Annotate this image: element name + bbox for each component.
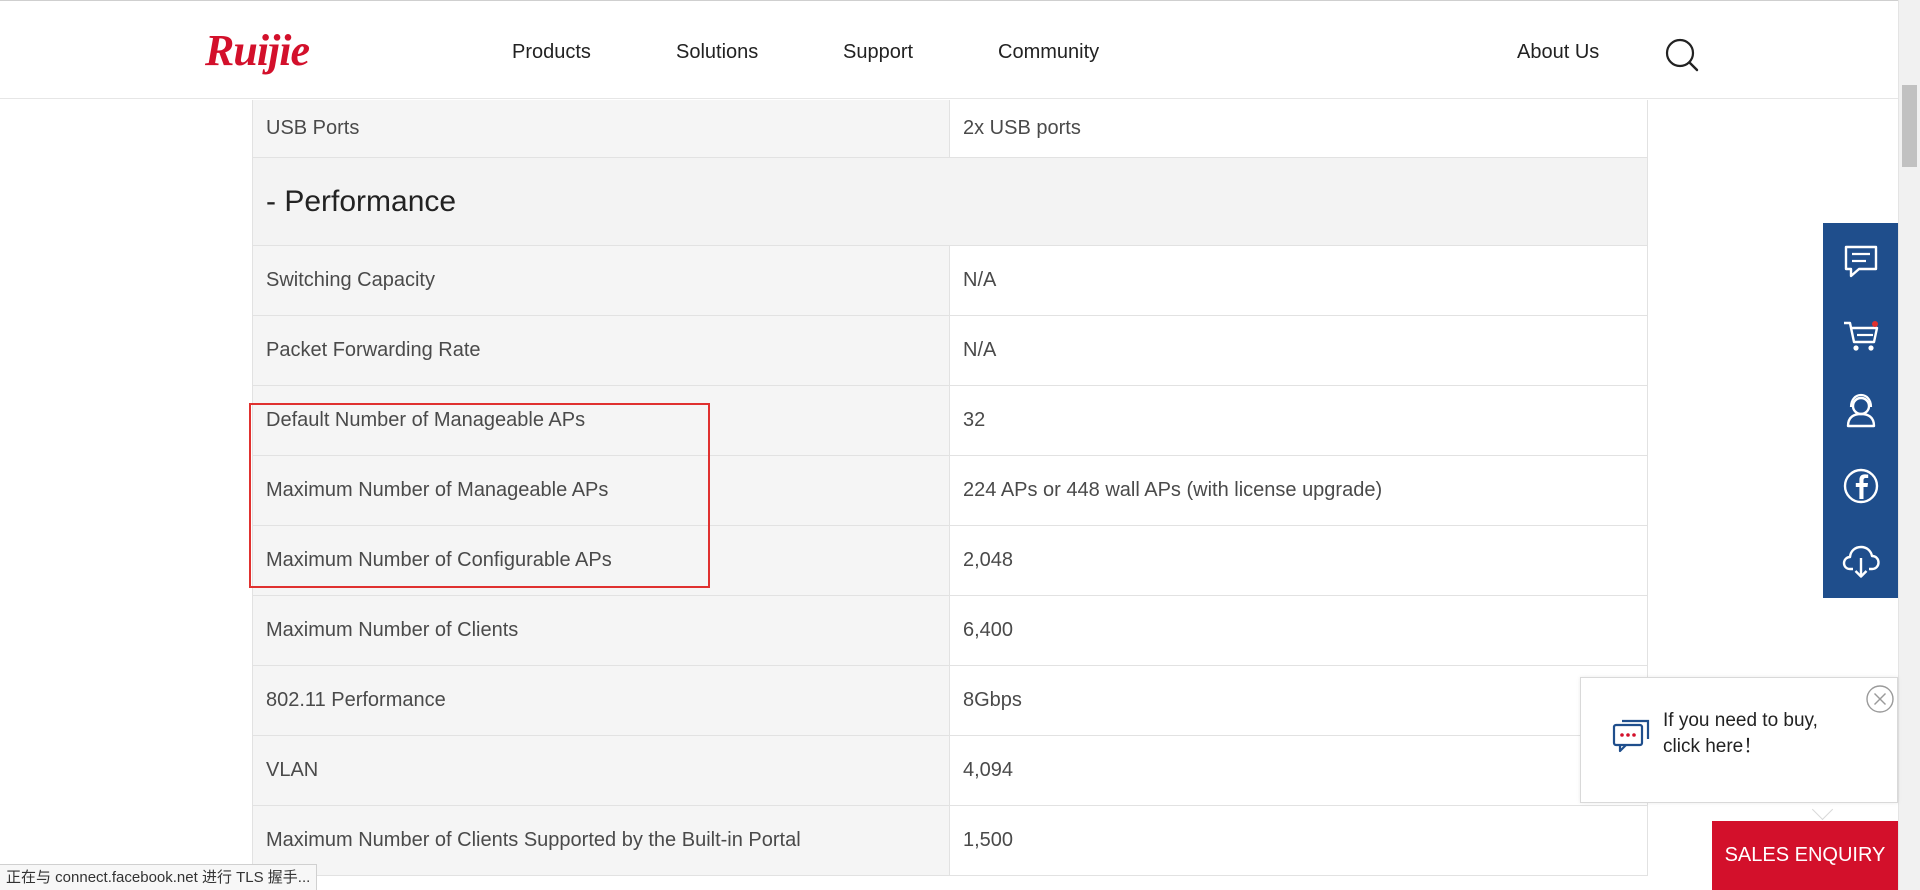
spec-value: 32: [950, 386, 1647, 455]
table-row: Default Number of Manageable APs 32: [253, 386, 1647, 456]
spec-label: Maximum Number of Manageable APs: [253, 456, 950, 525]
nav-products[interactable]: Products: [512, 40, 591, 64]
table-row: Maximum Number of Manageable APs 224 APs…: [253, 456, 1647, 526]
spec-value: 6,400: [950, 596, 1647, 665]
popup-message[interactable]: If you need to buy, click here！: [1663, 708, 1863, 760]
nav-solutions[interactable]: Solutions: [676, 40, 758, 64]
table-row: Maximum Number of Clients 6,400: [253, 596, 1647, 666]
chat-icon: [1844, 245, 1877, 277]
spec-label: Maximum Number of Clients: [253, 596, 950, 665]
spec-label: USB Ports: [253, 100, 950, 157]
scrollbar-thumb[interactable]: [1902, 85, 1917, 167]
popup-line-2: click here！: [1663, 736, 1763, 757]
side-toolbar: [1823, 223, 1898, 598]
spec-value: 224 APs or 448 wall APs (with license up…: [950, 456, 1647, 525]
side-download-button[interactable]: [1823, 523, 1898, 598]
spec-value: 2x USB ports: [950, 100, 1647, 157]
table-row: 802.11 Performance 8Gbps: [253, 666, 1647, 736]
spec-value: N/A: [950, 316, 1647, 385]
spec-label: Packet Forwarding Rate: [253, 316, 950, 385]
buy-popup[interactable]: If you need to buy, click here！: [1580, 677, 1898, 803]
close-icon[interactable]: [1865, 684, 1895, 714]
spec-value: 4,094: [950, 736, 1647, 805]
side-cart-button[interactable]: [1823, 298, 1898, 373]
search-icon[interactable]: [1664, 37, 1700, 73]
spec-label: Switching Capacity: [253, 246, 950, 315]
spec-table: USB Ports 2x USB ports - Performance Swi…: [252, 100, 1648, 876]
spec-value: N/A: [950, 246, 1647, 315]
spec-label: Maximum Number of Configurable APs: [253, 526, 950, 595]
side-chat-button[interactable]: [1823, 223, 1898, 298]
spec-label: VLAN: [253, 736, 950, 805]
side-support-button[interactable]: [1823, 373, 1898, 448]
sales-enquiry-button[interactable]: SALES ENQUIRY: [1712, 821, 1898, 890]
cloud-download-icon: [1842, 545, 1880, 578]
table-row: Maximum Number of Clients Supported by t…: [253, 806, 1647, 876]
message-bubble-icon: [1612, 719, 1650, 753]
facebook-icon: [1843, 468, 1878, 503]
table-row: Switching Capacity N/A: [253, 246, 1647, 316]
table-row: USB Ports 2x USB ports: [253, 100, 1647, 158]
support-agent-icon: [1846, 393, 1875, 427]
browser-status-bar: 正在与 connect.facebook.net 进行 TLS 握手...: [0, 864, 318, 890]
nav-about-us[interactable]: About Us: [1517, 40, 1599, 64]
table-row: VLAN 4,094: [253, 736, 1647, 806]
table-row: Maximum Number of Configurable APs 2,048: [253, 526, 1647, 596]
table-row: Packet Forwarding Rate N/A: [253, 316, 1647, 386]
nav-support[interactable]: Support: [843, 40, 913, 64]
cart-icon: [1843, 320, 1878, 351]
spec-label: Default Number of Manageable APs: [253, 386, 950, 455]
ruijie-logo[interactable]: Ruijie: [205, 27, 310, 75]
site-header: Ruijie Products Solutions Support Commun…: [0, 0, 1898, 99]
section-heading-performance: - Performance: [253, 158, 1647, 246]
spec-label: 802.11 Performance: [253, 666, 950, 735]
nav-community[interactable]: Community: [998, 40, 1099, 64]
side-facebook-button[interactable]: [1823, 448, 1898, 523]
spec-value: 1,500: [950, 806, 1647, 875]
spec-value: 2,048: [950, 526, 1647, 595]
spec-label: Maximum Number of Clients Supported by t…: [253, 806, 950, 875]
spec-value: 8Gbps: [950, 666, 1647, 735]
page-scrollbar[interactable]: [1898, 0, 1920, 890]
popup-line-1: If you need to buy,: [1663, 710, 1818, 731]
